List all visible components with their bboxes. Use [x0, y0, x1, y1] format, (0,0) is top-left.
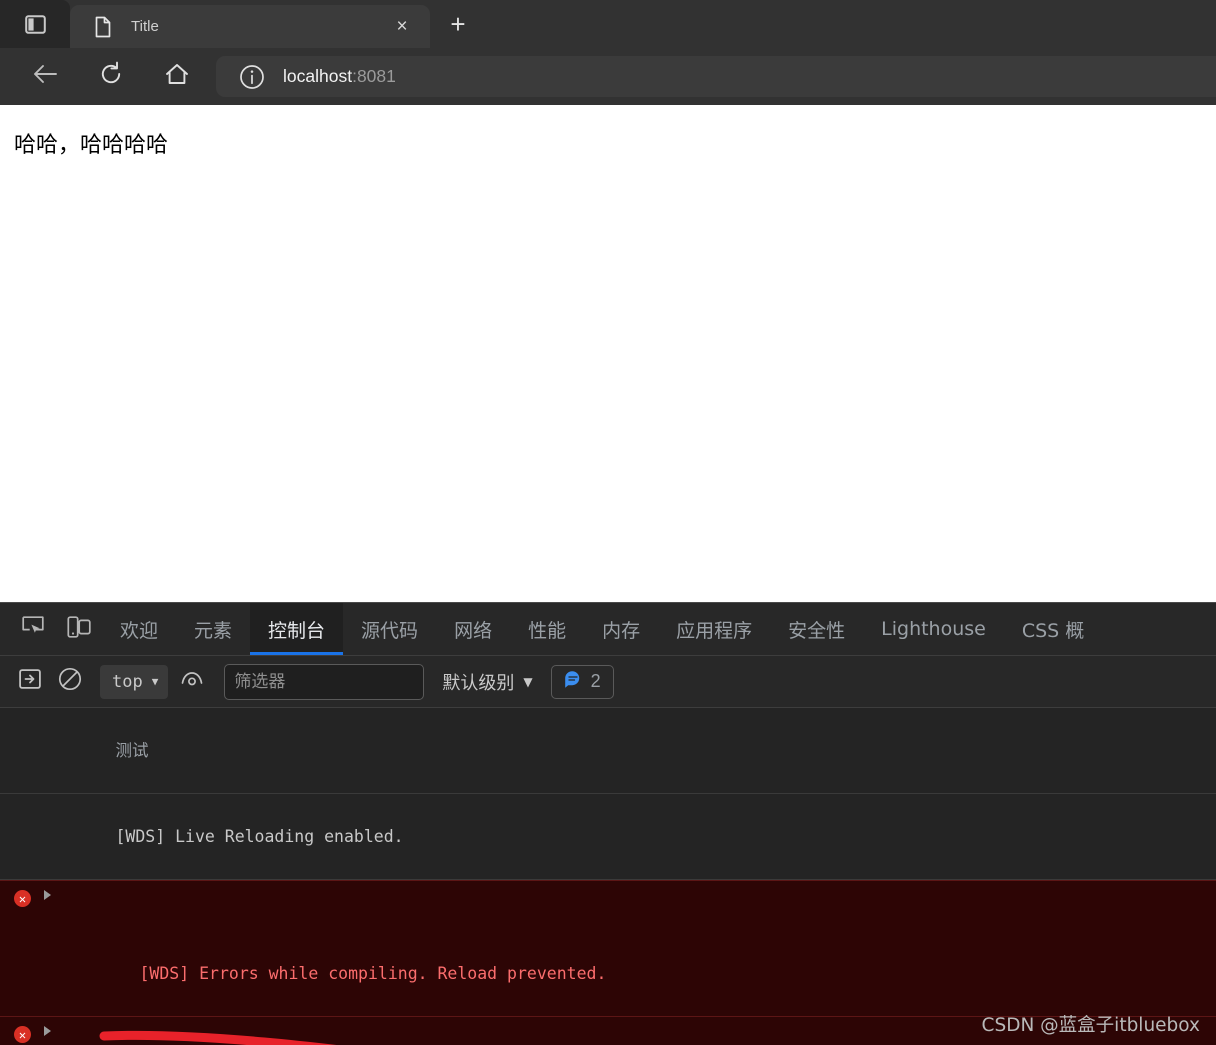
console-message-count-badge[interactable]: 2: [550, 664, 614, 699]
device-toolbar-button[interactable]: [56, 603, 102, 655]
arrow-left-icon: [32, 63, 58, 90]
browser-tab[interactable]: Title ×: [70, 5, 430, 48]
chevron-down-icon: ▼: [523, 674, 533, 689]
home-button[interactable]: [154, 57, 200, 97]
console-sidebar-toggle-button[interactable]: [12, 666, 48, 698]
console-message-text: [WDS] Live Reloading enabled.: [115, 827, 404, 846]
devtools-tab-console[interactable]: 控制台: [250, 603, 344, 655]
reload-icon: [98, 61, 124, 92]
console-filter-input[interactable]: [224, 663, 425, 700]
devtools-tab-lighthouse[interactable]: Lighthouse: [863, 603, 1004, 655]
page-viewport: 哈哈，哈哈哈哈: [0, 105, 1216, 602]
browser-window: Title × + localhost:8081 哈哈，哈哈哈哈 欢迎 元素 控…: [0, 0, 1216, 1045]
console-message-text: 测试: [115, 741, 149, 760]
chevron-down-icon: ▼: [151, 675, 159, 688]
clear-console-button[interactable]: [52, 666, 88, 698]
console-log-level-select[interactable]: 默认级别 ▼: [442, 669, 532, 695]
tab-close-button[interactable]: ×: [388, 13, 416, 41]
home-icon: [164, 62, 190, 91]
sidebar-toggle-button[interactable]: [0, 0, 70, 48]
console-row-error-compile[interactable]: ✕ [WDS] Errors while compiling. Reload p…: [0, 880, 1216, 1017]
message-count: 2: [590, 671, 601, 691]
inspect-element-button[interactable]: [10, 603, 56, 655]
clear-console-icon: [58, 667, 82, 696]
expand-triangle-icon[interactable]: [44, 890, 51, 900]
expand-triangle-icon[interactable]: [44, 1026, 51, 1036]
log-level-value: 默认级别: [442, 672, 515, 694]
devtools-tab-bar: 欢迎 元素 控制台 源代码 网络 性能 内存 应用程序 安全性 Lighthou…: [0, 603, 1216, 656]
new-tab-button[interactable]: +: [436, 2, 480, 46]
execution-context-select[interactable]: top ▼: [100, 664, 169, 699]
back-button[interactable]: [22, 57, 68, 97]
live-expression-eye-icon: [179, 668, 205, 695]
sidebar-toggle-icon: [24, 14, 46, 34]
console-message-list[interactable]: 测试 [WDS] Live Reloading enabled. ✕ [WDS]…: [0, 708, 1216, 1045]
address-bar[interactable]: localhost:8081: [216, 56, 1216, 97]
execution-context-value: top: [112, 671, 143, 692]
error-circle-icon: ✕: [14, 890, 31, 907]
console-toolbar: top ▼ 默认级别 ▼: [0, 656, 1216, 708]
devtools-tab-sources[interactable]: 源代码: [343, 603, 436, 655]
url-host: localhost: [283, 66, 353, 86]
speech-bubble-icon: [564, 670, 583, 694]
console-settings-eye-button[interactable]: [174, 666, 210, 698]
panel-sidebar-icon: [19, 669, 41, 694]
devtools-panel: 欢迎 元素 控制台 源代码 网络 性能 内存 应用程序 安全性 Lighthou…: [0, 602, 1216, 1045]
console-message-text: [WDS] Errors while compiling. Reload pre…: [139, 964, 607, 983]
page-document-icon: [92, 16, 114, 38]
url-port: :8081: [352, 66, 396, 86]
error-circle-icon: ✕: [14, 1026, 31, 1043]
devtools-tab-elements[interactable]: 元素: [176, 603, 250, 655]
console-row-test[interactable]: 测试: [0, 708, 1216, 794]
devtools-tab-performance[interactable]: 性能: [510, 603, 584, 655]
devtools-tab-welcome[interactable]: 欢迎: [102, 603, 176, 655]
console-row-log[interactable]: [WDS] Live Reloading enabled.: [0, 794, 1216, 880]
browser-nav-toolbar: localhost:8081: [0, 48, 1216, 105]
devtools-tab-network[interactable]: 网络: [436, 603, 510, 655]
reload-button[interactable]: [88, 57, 134, 97]
inspect-cursor-icon: [21, 615, 45, 644]
device-toggle-icon: [67, 615, 91, 644]
tab-title: Title: [131, 18, 159, 35]
devtools-tab-css-overview[interactable]: CSS 概: [1004, 603, 1102, 655]
devtools-tab-security[interactable]: 安全性: [770, 603, 863, 655]
devtools-tab-memory[interactable]: 内存: [584, 603, 658, 655]
page-heading-text: 哈哈，哈哈哈哈: [14, 133, 169, 158]
browser-tab-strip: Title × +: [0, 0, 1216, 48]
devtools-tab-application[interactable]: 应用程序: [658, 603, 770, 655]
site-info-icon[interactable]: [239, 64, 265, 90]
csdn-watermark: CSDN @蓝盒子itbluebox: [981, 1015, 1200, 1036]
address-bar-url: localhost:8081: [283, 66, 396, 87]
